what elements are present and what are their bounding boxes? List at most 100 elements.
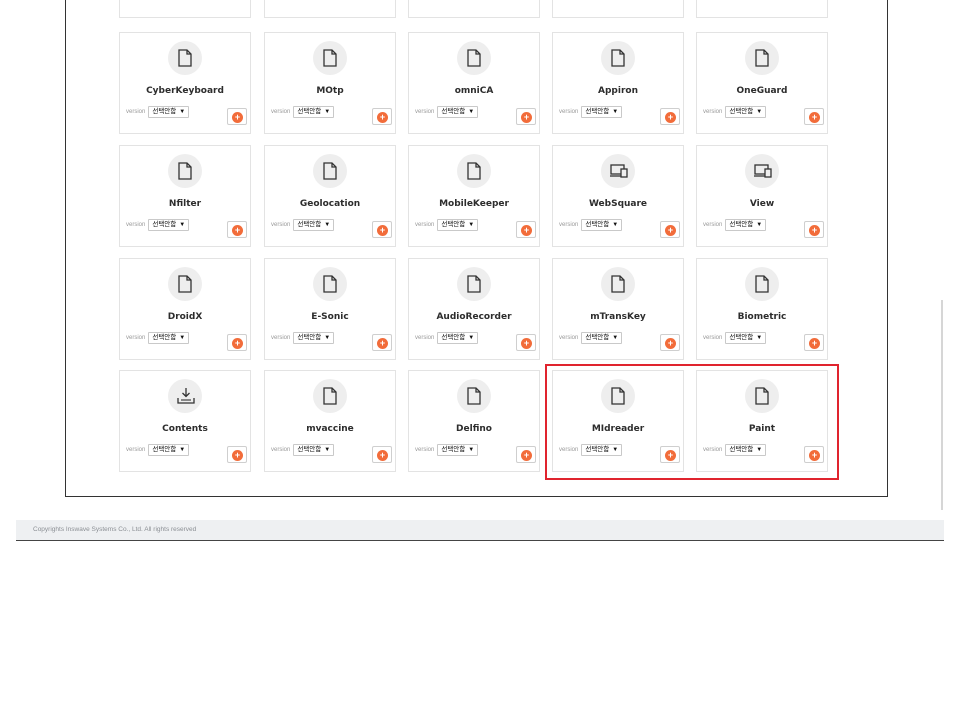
plus-icon: + bbox=[665, 225, 676, 236]
version-select-value: 선택안함 bbox=[297, 334, 322, 341]
version-label: version bbox=[126, 222, 146, 228]
plus-icon: + bbox=[521, 112, 532, 123]
add-plugin-button[interactable]: + bbox=[804, 108, 824, 125]
plugin-name-mvaccine: mvaccine bbox=[306, 424, 354, 434]
version-select-value: 선택안함 bbox=[297, 446, 322, 453]
add-plugin-button[interactable]: + bbox=[516, 334, 536, 351]
plugin-name-omnica: omniCA bbox=[454, 86, 494, 96]
document-icon bbox=[313, 41, 347, 75]
chevron-down-icon: ▼ bbox=[612, 109, 619, 115]
plus-icon: + bbox=[665, 112, 676, 123]
plus-icon: + bbox=[809, 450, 820, 461]
version-select[interactable]: 선택안함 ▼ bbox=[437, 219, 479, 231]
document-icon bbox=[313, 267, 347, 301]
version-label: version bbox=[415, 109, 435, 115]
version-select[interactable]: 선택안함 ▼ bbox=[437, 332, 479, 344]
plus-icon: + bbox=[232, 450, 243, 461]
plugin-card: Contents version 선택안함 ▼ + bbox=[119, 370, 251, 472]
add-plugin-button[interactable]: + bbox=[516, 108, 536, 125]
version-select[interactable]: 선택안함 ▼ bbox=[293, 106, 335, 118]
plugin-name-audiorecorder: AudioRecorder bbox=[436, 312, 512, 322]
version-row: version 선택안함 ▼ bbox=[559, 106, 623, 118]
version-row: version 선택안함 ▼ bbox=[271, 444, 335, 456]
add-plugin-button[interactable]: + bbox=[660, 108, 680, 125]
version-label: version bbox=[126, 447, 146, 453]
plus-icon: + bbox=[377, 225, 388, 236]
plus-icon: + bbox=[232, 112, 243, 123]
version-label: version bbox=[559, 447, 579, 453]
chevron-down-icon: ▼ bbox=[612, 335, 619, 341]
add-plugin-button[interactable]: + bbox=[227, 108, 247, 125]
document-icon bbox=[168, 267, 202, 301]
devices-icon bbox=[601, 154, 635, 188]
add-plugin-button[interactable]: + bbox=[372, 334, 392, 351]
plus-icon: + bbox=[377, 112, 388, 123]
document-icon bbox=[601, 379, 635, 413]
version-select[interactable]: 선택안함 ▼ bbox=[293, 219, 335, 231]
version-row: version 선택안함 ▼ bbox=[559, 444, 623, 456]
plugin-card: MOtp version 선택안함 ▼ + bbox=[264, 32, 396, 134]
add-plugin-button[interactable]: + bbox=[660, 221, 680, 238]
plugin-card-partial bbox=[264, 0, 396, 18]
add-plugin-button[interactable]: + bbox=[372, 108, 392, 125]
version-select-value: 선택안함 bbox=[585, 446, 610, 453]
version-select[interactable]: 선택안함 ▼ bbox=[581, 219, 623, 231]
version-select[interactable]: 선택안함 ▼ bbox=[148, 219, 190, 231]
version-select-value: 선택안함 bbox=[441, 221, 466, 228]
version-row: version 선택안함 ▼ bbox=[126, 106, 190, 118]
version-row: version 선택안함 ▼ bbox=[703, 106, 767, 118]
plugin-name-geolocation: Geolocation bbox=[299, 199, 361, 209]
add-plugin-button[interactable]: + bbox=[804, 221, 824, 238]
document-icon bbox=[457, 41, 491, 75]
version-select[interactable]: 선택안함 ▼ bbox=[581, 444, 623, 456]
chevron-down-icon: ▼ bbox=[179, 109, 186, 115]
add-plugin-button[interactable]: + bbox=[660, 334, 680, 351]
version-select[interactable]: 선택안함 ▼ bbox=[581, 332, 623, 344]
version-select[interactable]: 선택안함 ▼ bbox=[725, 332, 767, 344]
plus-icon: + bbox=[521, 225, 532, 236]
plugin-card: mTransKey version 선택안함 ▼ + bbox=[552, 258, 684, 360]
version-select[interactable]: 선택안함 ▼ bbox=[148, 444, 190, 456]
version-select[interactable]: 선택안함 ▼ bbox=[148, 332, 190, 344]
version-label: version bbox=[559, 109, 579, 115]
plugin-name-cyberkeyboard: CyberKeyboard bbox=[146, 86, 224, 96]
scrollbar[interactable] bbox=[941, 300, 943, 510]
version-label: version bbox=[703, 335, 723, 341]
version-select-value: 선택안함 bbox=[297, 108, 322, 115]
version-select[interactable]: 선택안함 ▼ bbox=[293, 444, 335, 456]
version-select[interactable]: 선택안함 ▼ bbox=[293, 332, 335, 344]
plugin-name-contents: Contents bbox=[162, 424, 208, 434]
add-plugin-button[interactable]: + bbox=[227, 446, 247, 463]
version-select-value: 선택안함 bbox=[585, 108, 610, 115]
plugin-card: E-Sonic version 선택안함 ▼ + bbox=[264, 258, 396, 360]
version-select-value: 선택안함 bbox=[152, 221, 177, 228]
version-row: version 선택안함 ▼ bbox=[126, 332, 190, 344]
version-row: version 선택안함 ▼ bbox=[703, 444, 767, 456]
version-select-value: 선택안함 bbox=[585, 221, 610, 228]
version-select[interactable]: 선택안함 ▼ bbox=[437, 444, 479, 456]
add-plugin-button[interactable]: + bbox=[804, 446, 824, 463]
version-label: version bbox=[415, 335, 435, 341]
add-plugin-button[interactable]: + bbox=[804, 334, 824, 351]
version-select[interactable]: 선택안함 ▼ bbox=[725, 106, 767, 118]
version-select[interactable]: 선택안함 ▼ bbox=[725, 219, 767, 231]
add-plugin-button[interactable]: + bbox=[660, 446, 680, 463]
plugin-card: Appiron version 선택안함 ▼ + bbox=[552, 32, 684, 134]
plugin-card-partial bbox=[408, 0, 540, 18]
add-plugin-button[interactable]: + bbox=[227, 334, 247, 351]
plugin-card: DroidX version 선택안함 ▼ + bbox=[119, 258, 251, 360]
document-icon bbox=[457, 379, 491, 413]
add-plugin-button[interactable]: + bbox=[372, 446, 392, 463]
version-select[interactable]: 선택안함 ▼ bbox=[148, 106, 190, 118]
add-plugin-button[interactable]: + bbox=[372, 221, 392, 238]
chevron-down-icon: ▼ bbox=[468, 109, 475, 115]
version-label: version bbox=[415, 447, 435, 453]
version-select[interactable]: 선택안함 ▼ bbox=[725, 444, 767, 456]
plugin-name-websquare: WebSquare bbox=[588, 199, 648, 209]
version-select[interactable]: 선택안함 ▼ bbox=[437, 106, 479, 118]
add-plugin-button[interactable]: + bbox=[227, 221, 247, 238]
add-plugin-button[interactable]: + bbox=[516, 221, 536, 238]
version-select[interactable]: 선택안함 ▼ bbox=[581, 106, 623, 118]
add-plugin-button[interactable]: + bbox=[516, 446, 536, 463]
version-row: version 선택안함 ▼ bbox=[271, 219, 335, 231]
